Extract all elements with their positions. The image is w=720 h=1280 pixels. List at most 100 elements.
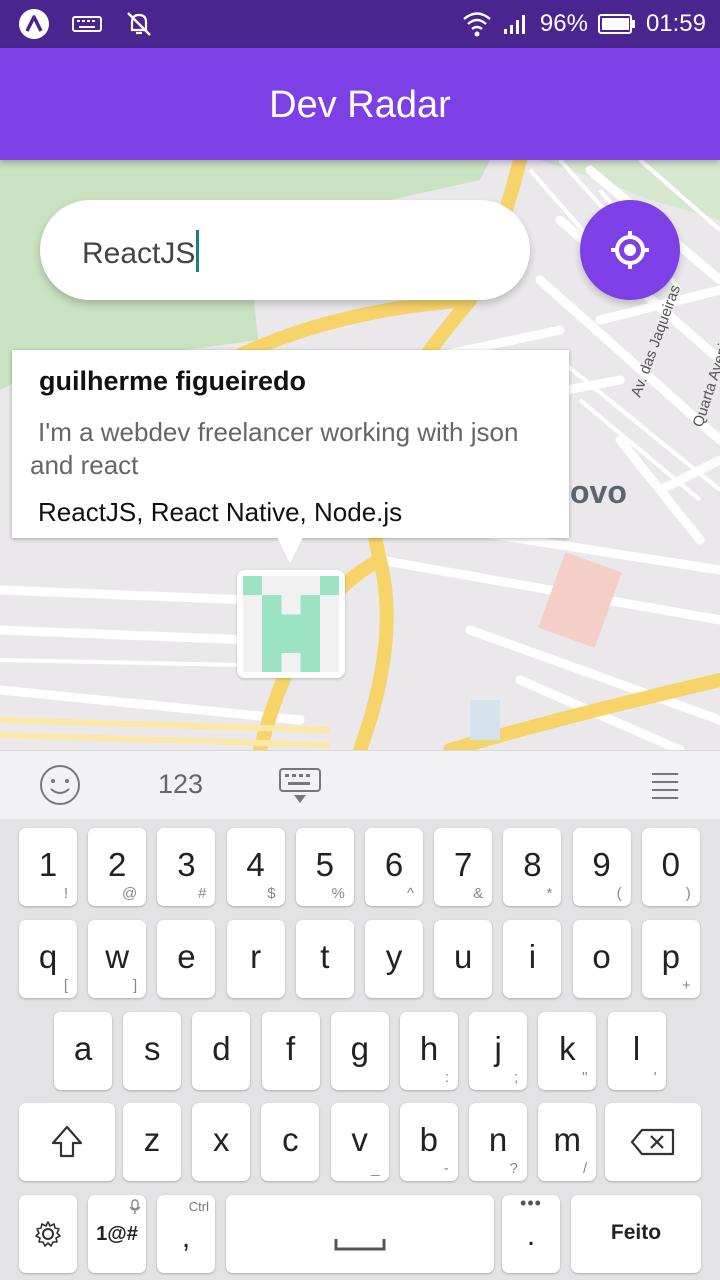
key-row-1-2[interactable]: e (157, 920, 216, 998)
comma-key-label: , (181, 1221, 191, 1254)
key-main-char: 7 (454, 846, 473, 883)
shift-key[interactable] (19, 1103, 115, 1181)
numbers-toggle[interactable]: 123 (158, 769, 203, 800)
key-main-char: b (419, 1121, 438, 1158)
key-main-char: 8 (523, 846, 542, 883)
key-main-char: d (212, 1030, 231, 1067)
battery-icon (597, 14, 635, 34)
key-main-char: v (351, 1121, 368, 1158)
key-main-char: f (286, 1030, 296, 1067)
dev-callout[interactable]: guilherme figueiredo I'm a webdev freela… (12, 350, 569, 538)
key-row-2-6[interactable]: j; (469, 1012, 528, 1090)
key-secondary-char: # (198, 885, 207, 902)
key-main-char: 4 (246, 846, 265, 883)
key-secondary-char: _ (371, 1160, 380, 1177)
key-row-3-4[interactable]: b- (399, 1103, 458, 1181)
app-title: Dev Radar (269, 84, 451, 126)
space-key[interactable] (226, 1195, 494, 1273)
period-key-label: . (526, 1219, 536, 1252)
key-secondary-char: ) (685, 885, 691, 902)
key-row-2-3[interactable]: f (261, 1012, 320, 1090)
key-main-char: 6 (384, 846, 404, 883)
key-main-char: y (385, 938, 403, 975)
key-secondary-char: ( (616, 885, 622, 902)
place-label: ovo (570, 474, 627, 510)
key-row-2-7[interactable]: k " (538, 1012, 597, 1090)
key-row-2-5[interactable]: h: (400, 1012, 458, 1090)
key-main-char: x (212, 1121, 230, 1158)
emoji-icon[interactable] (38, 763, 82, 807)
key-main-char: k (559, 1030, 576, 1067)
key-row-1-0[interactable]: q[ (19, 920, 77, 998)
key-row-1-7[interactable]: i (503, 920, 562, 998)
keyboard-icon (72, 16, 102, 32)
key-row-1-8[interactable]: o (572, 920, 631, 998)
key-row-numbers-0[interactable]: 1! (19, 828, 77, 906)
dev-avatar-marker[interactable] (237, 570, 345, 678)
key-row-3-1[interactable]: x (192, 1103, 251, 1181)
key-main-char: q (38, 938, 58, 975)
key-row-3-3[interactable]: v _ (330, 1103, 389, 1181)
key-row-2-8[interactable]: l ' (607, 1012, 666, 1090)
backspace-key[interactable] (605, 1103, 701, 1181)
key-row-numbers-8[interactable]: 9( (572, 828, 631, 906)
key-row-3-0[interactable]: z (123, 1103, 181, 1181)
key-row-numbers-6[interactable]: 7 & (434, 828, 493, 906)
avatar (243, 576, 339, 672)
my-location-button[interactable] (580, 200, 680, 300)
period-key[interactable]: ••• . (502, 1193, 560, 1273)
key-row-3-5[interactable]: n? (469, 1103, 527, 1181)
soft-keyboard: 123 1! 2 @3 #4 $5% 6 ^ 7 & 8 * 9(0) q[w] e r t y u i o p + a s d… (0, 750, 720, 1280)
key-row-1-4[interactable]: t (295, 920, 354, 998)
key-row-3-6[interactable]: m / (538, 1103, 597, 1181)
key-row-numbers-2[interactable]: 3 # (157, 828, 216, 906)
key-secondary-char: ' (653, 1069, 657, 1086)
key-secondary-char: + (682, 977, 691, 994)
key-row-1-9[interactable]: p + (641, 920, 700, 998)
space-icon (334, 1239, 386, 1251)
key-row-2-2[interactable]: d (192, 1012, 251, 1090)
key-row-2-4[interactable]: g (330, 1012, 389, 1090)
my-location-icon (611, 231, 649, 269)
key-row-2-1[interactable]: s (123, 1012, 182, 1090)
done-key[interactable]: Feito (571, 1195, 701, 1273)
hide-keyboard-icon[interactable] (278, 767, 322, 805)
key-main-char: n (488, 1121, 508, 1158)
key-row-1-5[interactable]: y (365, 920, 423, 998)
key-main-char: h (419, 1030, 439, 1067)
key-row-numbers-9[interactable]: 0) (641, 828, 700, 906)
menu-icon[interactable] (650, 771, 680, 801)
app-logo-icon (19, 9, 49, 39)
key-main-char: z (143, 1121, 161, 1158)
gear-icon (35, 1221, 61, 1247)
key-secondary-char: ] (133, 977, 138, 994)
key-row-numbers-1[interactable]: 2 @ (88, 828, 147, 906)
key-row-numbers-5[interactable]: 6 ^ (365, 828, 423, 906)
key-main-char: 2 (108, 846, 127, 883)
key-main-char: i (528, 938, 537, 975)
key-main-char: 0 (661, 846, 680, 883)
key-row-numbers-3[interactable]: 4 $ (226, 828, 285, 906)
key-row-1-3[interactable]: r (226, 920, 285, 998)
key-secondary-char: - (443, 1160, 449, 1177)
key-row-numbers-4[interactable]: 5% (295, 828, 354, 906)
search-input[interactable]: ReactJS (40, 200, 530, 300)
key-row-3-2[interactable]: c (261, 1103, 320, 1181)
settings-key[interactable] (19, 1195, 77, 1273)
key-row-2-0[interactable]: a (54, 1012, 112, 1090)
key-main-char: s (143, 1030, 161, 1067)
shift-icon (51, 1125, 83, 1158)
key-main-char: t (320, 938, 330, 975)
notifications-off-icon (127, 12, 151, 36)
key-secondary-char: ; (514, 1069, 519, 1086)
key-main-char: l (632, 1030, 641, 1067)
clock: 01:59 (645, 10, 706, 37)
key-main-char: j (494, 1030, 502, 1067)
key-row-numbers-7[interactable]: 8 * (503, 828, 562, 906)
key-row-1-6[interactable]: u (434, 920, 493, 998)
key-secondary-char: % (331, 885, 345, 902)
key-main-char: e (177, 938, 196, 975)
symbols-key[interactable]: 1@# (88, 1195, 146, 1273)
comma-key[interactable]: Ctrl , (157, 1195, 215, 1273)
key-row-1-1[interactable]: w] (88, 920, 147, 998)
